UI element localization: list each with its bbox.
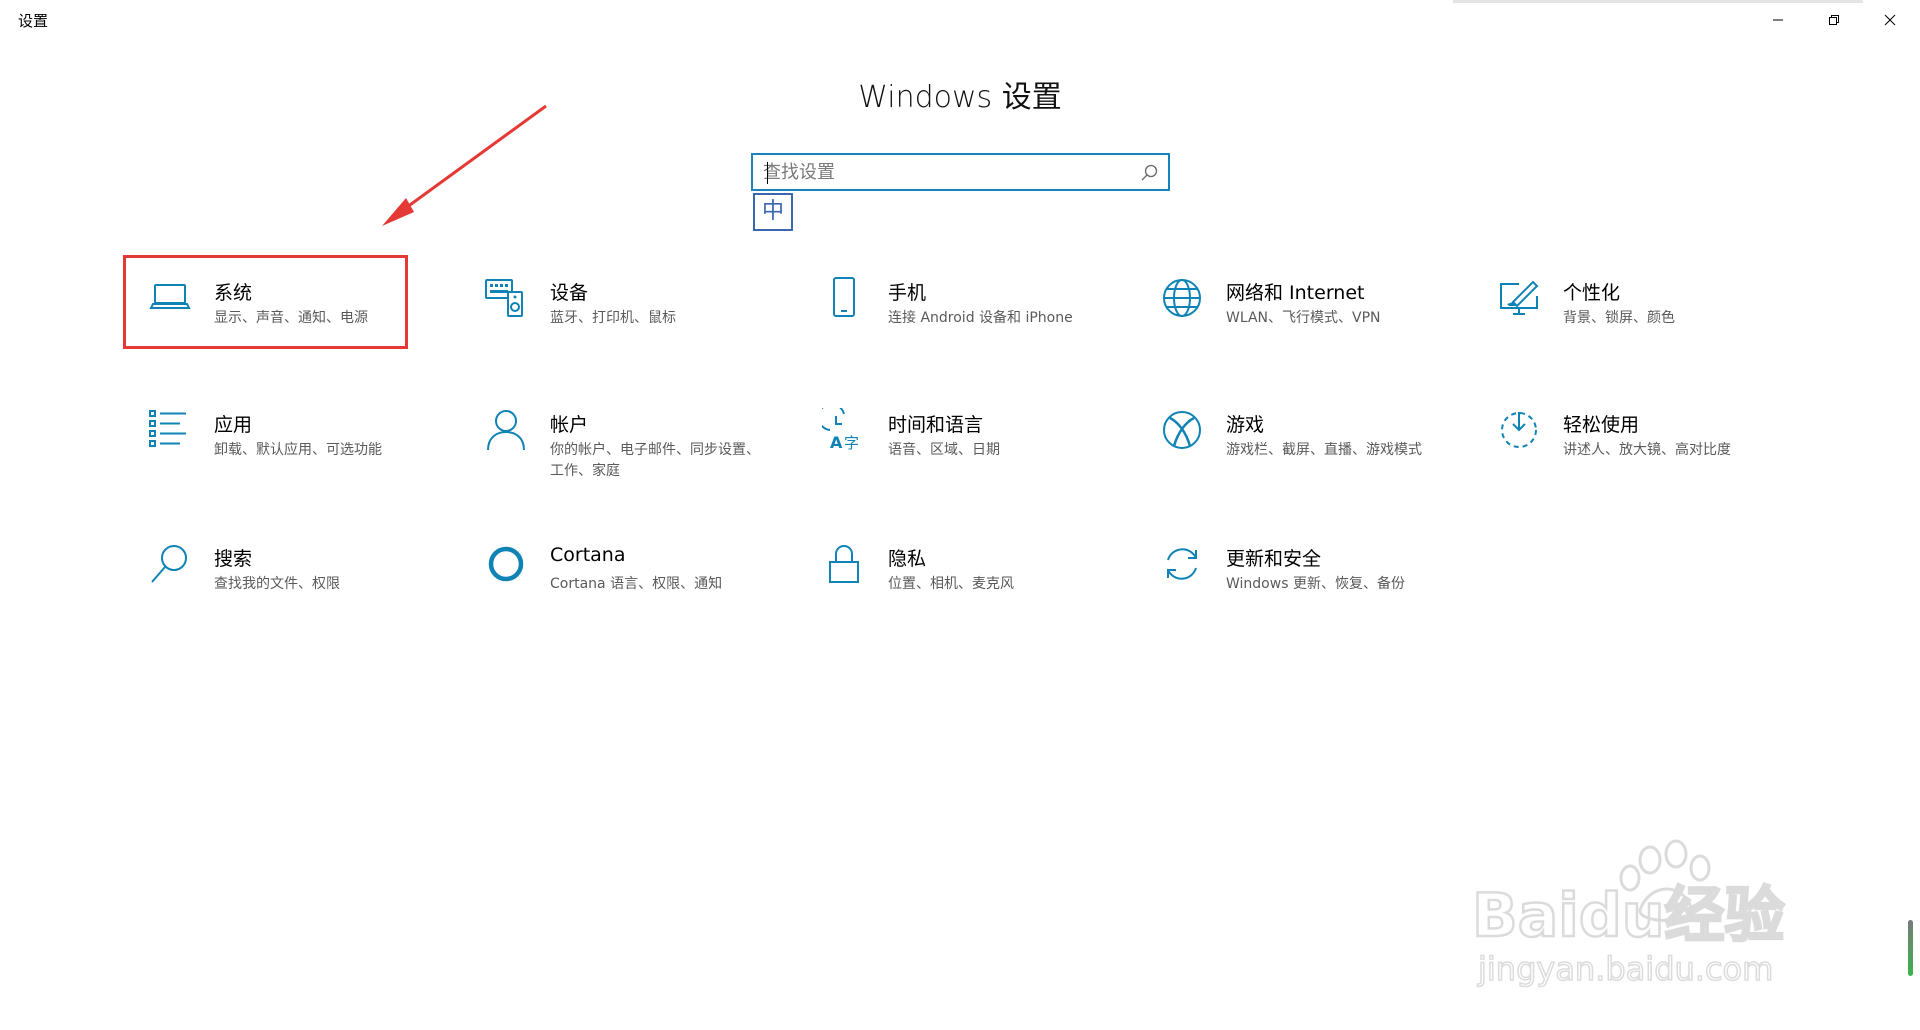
tile-accounts[interactable]: 帐户 你的帐户、电子邮件、同步设置、工作、家庭 — [484, 408, 774, 488]
search-input[interactable] — [763, 159, 1123, 185]
annotation-highlight-box — [123, 255, 408, 349]
tile-devices[interactable]: 设备 蓝牙、打印机、鼠标 — [484, 276, 774, 356]
tile-description: 讲述人、放大镜、高对比度 — [1563, 442, 1731, 458]
app-list-icon — [149, 410, 186, 447]
svg-text:A: A — [830, 433, 843, 452]
tile-title: 设备 — [550, 282, 589, 304]
tile-privacy[interactable]: 隐私 位置、相机、麦克风 — [822, 542, 1112, 622]
magnifier-icon — [151, 545, 187, 583]
tile-title: 更新和安全 — [1226, 548, 1322, 570]
cortana-icon — [488, 546, 524, 582]
tile-description: Cortana 语言、权限、通知 — [550, 576, 723, 592]
sync-icon — [1167, 548, 1197, 580]
page-title: Windows 设置 — [858, 80, 1062, 115]
tile-description: 卸载、默认应用、可选功能 — [214, 442, 382, 458]
tile-ease-of-access[interactable]: 轻松使用 讲述人、放大镜、高对比度 — [1497, 408, 1787, 488]
xbox-icon — [1163, 411, 1201, 449]
tile-title: 轻松使用 — [1563, 414, 1640, 436]
search-icon[interactable] — [1138, 162, 1160, 184]
tile-description: 语音、区域、日期 — [888, 442, 1000, 458]
annotation-arrow — [382, 104, 547, 226]
tile-apps[interactable]: 应用 卸载、默认应用、可选功能 — [148, 408, 438, 488]
scrollbar-thumb[interactable] — [1908, 920, 1913, 976]
watermark-url: jingyan.baidu.com — [1477, 950, 1773, 988]
tile-title: 手机 — [888, 282, 927, 304]
tile-description: Windows 更新、恢复、备份 — [1226, 576, 1405, 592]
tile-title: 个性化 — [1563, 282, 1621, 304]
restore-button[interactable] — [1806, 0, 1862, 40]
tile-title: 帐户 — [550, 414, 589, 436]
minimize-icon — [1773, 19, 1783, 21]
settings-search-box[interactable] — [751, 153, 1170, 191]
ime-indicator[interactable]: 中 — [753, 193, 793, 231]
window-title: 设置 — [18, 12, 49, 30]
paint-monitor-icon — [1500, 280, 1539, 315]
tile-description: 蓝牙、打印机、鼠标 — [550, 310, 676, 326]
tile-title: 游戏 — [1226, 414, 1265, 436]
svg-text:字: 字 — [844, 434, 859, 452]
person-icon — [487, 410, 525, 451]
restore-icon — [1829, 15, 1839, 25]
tile-title: 网络和 Internet — [1226, 282, 1365, 304]
tile-title: 搜索 — [214, 548, 253, 570]
close-button[interactable] — [1862, 0, 1918, 40]
tile-description: 位置、相机、麦克风 — [888, 576, 1014, 592]
tile-description: 连接 Android 设备和 iPhone — [888, 310, 1073, 326]
phone-icon — [833, 277, 855, 317]
watermark-brand: Baidu经验 — [1472, 881, 1784, 951]
tile-title: Cortana — [550, 544, 626, 566]
time-language-icon: A 字 — [822, 408, 859, 452]
lock-icon — [829, 545, 859, 583]
tile-network[interactable]: 网络和 Internet WLAN、飞行模式、VPN — [1160, 276, 1450, 356]
tile-update-security[interactable]: 更新和安全 Windows 更新、恢复、备份 — [1160, 542, 1450, 622]
close-icon — [1884, 14, 1896, 26]
tile-description: 游戏栏、截屏、直播、游戏模式 — [1226, 442, 1422, 458]
text-caret — [767, 162, 768, 184]
tile-cortana[interactable]: Cortana Cortana 语言、权限、通知 — [484, 542, 774, 622]
ease-of-access-icon — [1501, 412, 1537, 448]
title-bar: 设置 — [0, 0, 1920, 40]
keyboard-speaker-icon — [485, 279, 523, 317]
tile-title: 隐私 — [888, 548, 927, 570]
tile-gaming[interactable]: 游戏 游戏栏、截屏、直播、游戏模式 — [1160, 408, 1450, 488]
tile-time-language[interactable]: A 字 时间和语言 语音、区域、日期 — [822, 408, 1112, 488]
tile-title: 时间和语言 — [888, 414, 984, 436]
tile-description: 查找我的文件、权限 — [214, 576, 340, 592]
tile-search[interactable]: 搜索 查找我的文件、权限 — [148, 542, 438, 622]
globe-icon — [1163, 279, 1201, 317]
tile-description: 你的帐户、电子邮件、同步设置、工作、家庭 — [550, 442, 760, 479]
baidu-watermark: Baidu经验 jingyan.baidu.com — [1471, 839, 1786, 989]
minimize-button[interactable] — [1750, 0, 1806, 40]
tile-personalization[interactable]: 个性化 背景、锁屏、颜色 — [1497, 276, 1787, 356]
tile-description: 背景、锁屏、颜色 — [1563, 310, 1675, 326]
tile-title: 应用 — [214, 414, 253, 436]
tile-phone[interactable]: 手机 连接 Android 设备和 iPhone — [822, 276, 1112, 356]
tile-description: WLAN、飞行模式、VPN — [1226, 310, 1381, 326]
